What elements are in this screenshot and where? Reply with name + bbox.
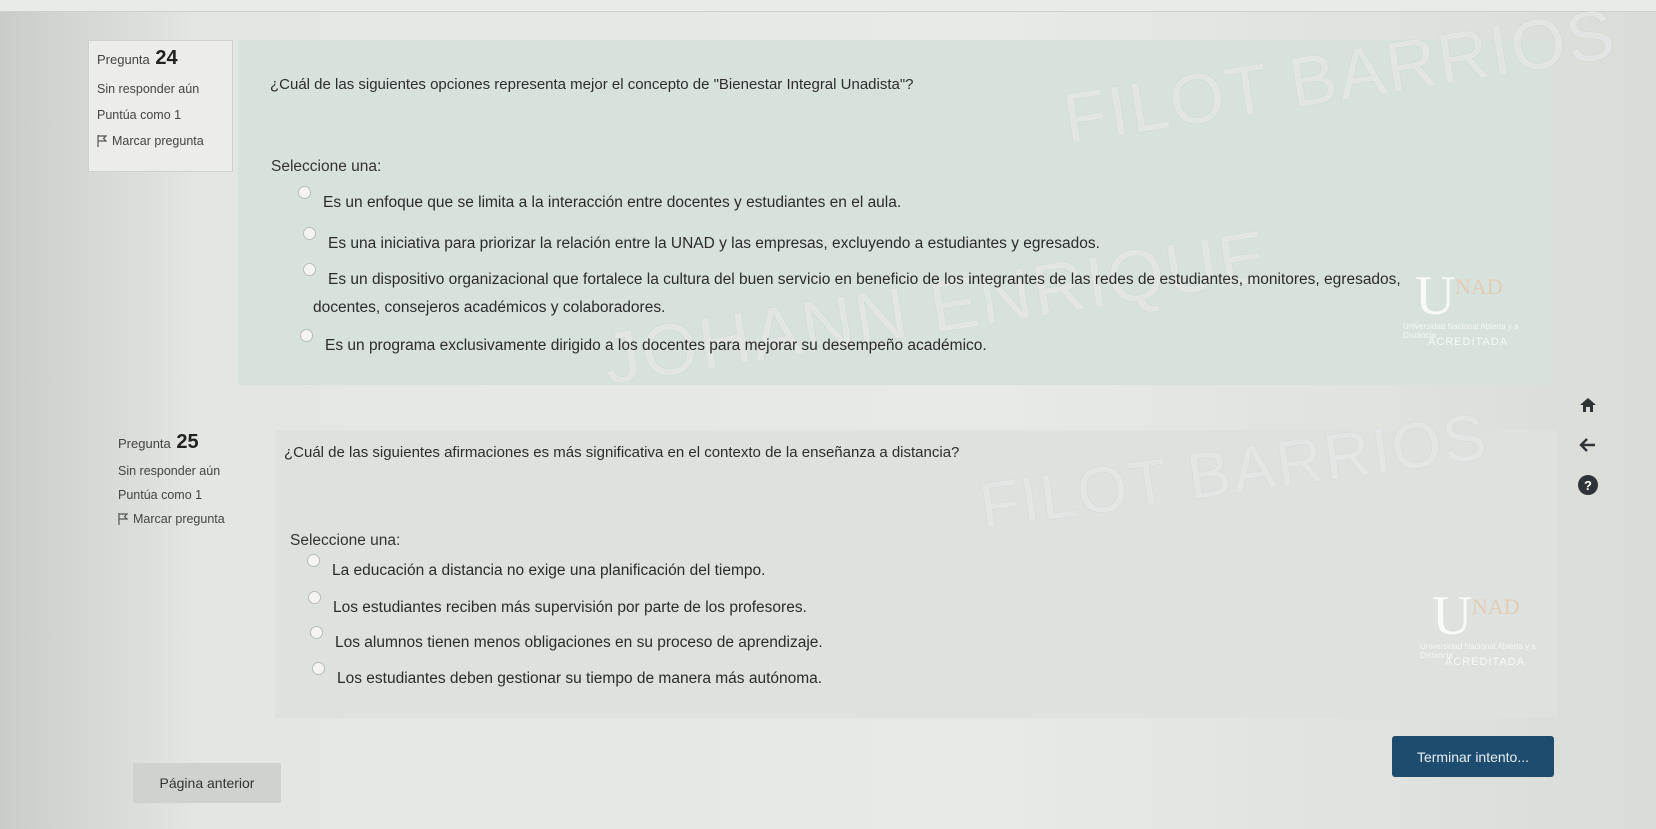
question-score: Puntúa como 1 [97, 108, 182, 122]
side-toolbar: ? [1568, 392, 1608, 512]
question-number: Pregunta 24 [97, 47, 226, 70]
question-label: Pregunta [97, 52, 150, 67]
flag-question-link[interactable]: Marcar pregunta [97, 134, 204, 148]
radio-button[interactable] [308, 591, 321, 604]
radio-button[interactable] [300, 329, 313, 342]
answer-option[interactable]: Es un programa exclusivamente dirigido a… [300, 329, 987, 357]
flag-icon [97, 135, 107, 147]
radio-button[interactable] [312, 662, 325, 675]
question-number-value: 24 [155, 47, 178, 69]
radio-button[interactable] [307, 554, 320, 567]
answer-option-label: Los alumnos tienen menos obligaciones en… [335, 634, 823, 651]
flag-label: Marcar pregunta [112, 134, 204, 148]
answer-option-label: Es un dispositivo organizacional que for… [328, 271, 1401, 288]
answer-option[interactable]: Es una iniciativa para priorizar la rela… [303, 227, 1100, 255]
select-one-label: Seleccione una: [290, 532, 401, 549]
question-status: Sin responder aún [97, 82, 200, 96]
answer-option-label: Es un programa exclusivamente dirigido a… [325, 337, 987, 354]
question-status: Sin responder aún [118, 464, 221, 478]
home-icon[interactable] [1575, 392, 1601, 418]
question-score: Puntúa como 1 [118, 488, 203, 502]
answer-option[interactable]: Los estudiantes reciben más supervisión … [308, 591, 807, 619]
previous-page-button[interactable]: Página anterior [133, 763, 281, 803]
radio-button[interactable] [303, 263, 316, 276]
select-one-label: Seleccione una: [271, 158, 382, 175]
help-circle: ? [1578, 475, 1598, 495]
answer-option-label: La educación a distancia no exige una pl… [332, 562, 766, 579]
home-icon-svg [1580, 398, 1596, 412]
radio-button[interactable] [298, 186, 311, 199]
answer-option-label: Es una iniciativa para priorizar la rela… [328, 235, 1100, 252]
unad-logo: U NAD Universidad Nacional Abierta y a D… [1403, 265, 1519, 348]
arrow-left-icon-svg [1579, 438, 1595, 452]
finish-attempt-button[interactable]: Terminar intento... [1392, 736, 1554, 777]
answer-option-label: Los estudiantes deben gestionar su tiemp… [337, 670, 823, 687]
answer-option-continuation: docentes, consejeros académicos y colabo… [313, 297, 665, 319]
unad-logo: U NAD Universidad Nacional Abierta y a D… [1420, 585, 1536, 668]
flag-label: Marcar pregunta [133, 512, 225, 526]
flag-question-link[interactable]: Marcar pregunta [118, 512, 225, 526]
arrow-left-icon[interactable] [1575, 432, 1601, 458]
radio-button[interactable] [303, 227, 316, 240]
question-label: Pregunta [118, 436, 171, 451]
flag-icon [118, 513, 128, 525]
answer-option-label: Es un enfoque que se limita a la interac… [323, 194, 902, 211]
answer-option[interactable]: Es un dispositivo organizacional que for… [303, 263, 1401, 291]
question-number: Pregunta 25 [118, 431, 249, 454]
answer-option[interactable]: Los alumnos tienen menos obligaciones en… [310, 626, 823, 654]
question-text-25: ¿Cuál de las siguientes afirmaciones es … [284, 444, 960, 461]
question-number-value: 25 [176, 431, 199, 453]
answer-option[interactable]: Los estudiantes deben gestionar su tiemp… [312, 662, 823, 690]
answer-option-label: docentes, consejeros académicos y colabo… [313, 299, 666, 316]
help-icon[interactable]: ? [1575, 472, 1601, 498]
radio-button[interactable] [310, 626, 323, 639]
answer-option[interactable]: Es un enfoque que se limita a la interac… [298, 186, 902, 214]
question-info-25: Pregunta 25 Sin responder aún Puntúa com… [110, 425, 255, 537]
answer-option-label: Los estudiantes reciben más supervisión … [333, 599, 807, 616]
question-text-24: ¿Cuál de las siguientes opciones represe… [270, 76, 914, 93]
question-info-24: Pregunta 24 Sin responder aún Puntúa com… [88, 40, 233, 172]
answer-option[interactable]: La educación a distancia no exige una pl… [307, 554, 766, 582]
top-bar [0, 0, 1656, 12]
